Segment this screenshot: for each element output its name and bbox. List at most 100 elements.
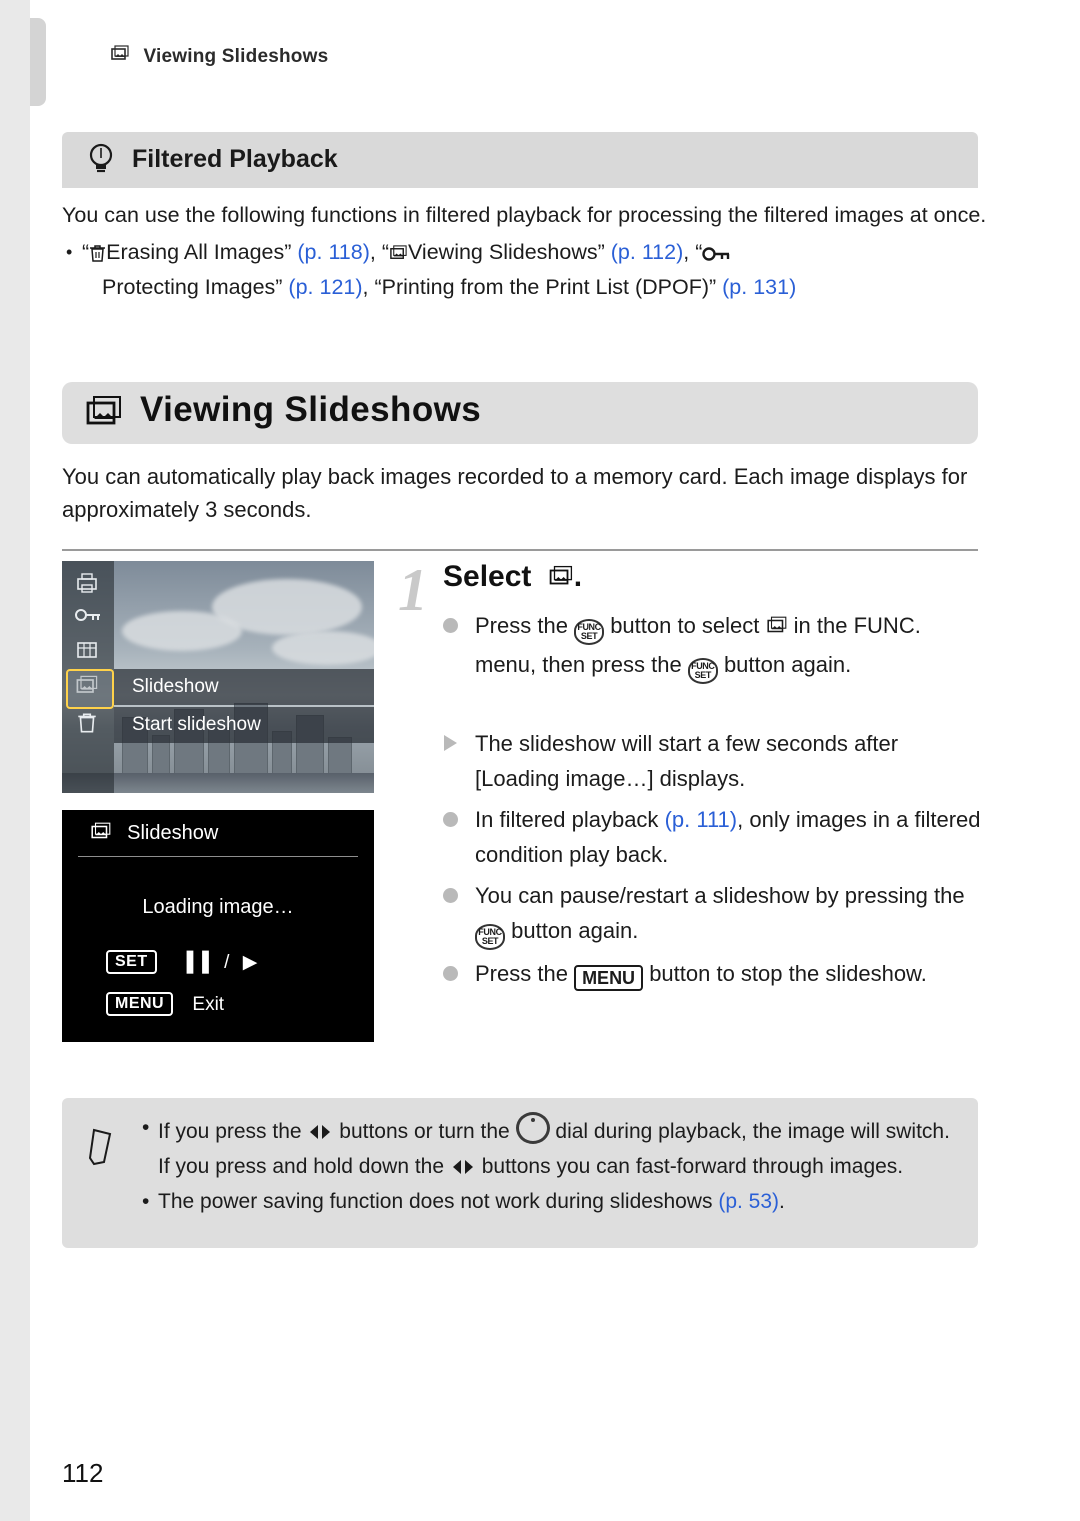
figure1-menu-label: Slideshow bbox=[114, 669, 374, 705]
step-title-text: Select bbox=[443, 560, 532, 593]
tip-sep-1: , “ bbox=[369, 240, 389, 264]
figure2-exit-label: Exit bbox=[192, 994, 225, 1015]
b1-line2-post: button bbox=[723, 652, 786, 677]
b5-post: button to stop the bbox=[649, 961, 820, 986]
b5-line2: slideshow. bbox=[825, 961, 927, 986]
bullet-dot bbox=[443, 966, 458, 981]
slideshow-icon bbox=[90, 814, 112, 860]
step-number: 1 bbox=[398, 557, 428, 623]
tip-link-b-page[interactable]: (p. 112) bbox=[611, 240, 684, 264]
note-page-link[interactable]: (p. 53) bbox=[718, 1190, 779, 1213]
func-set-button-icon: FUNC SET bbox=[574, 619, 605, 645]
b1-mid: button to select bbox=[610, 613, 760, 638]
slideshow-icon bbox=[84, 393, 124, 438]
tip-link-b-label: Viewing Slideshows” bbox=[407, 240, 611, 264]
protect-key-icon bbox=[74, 605, 102, 631]
menu-key-badge: MENU bbox=[106, 992, 174, 1016]
tip-link-d-page[interactable]: (p. 131) bbox=[722, 275, 796, 299]
quote-open: “ bbox=[82, 240, 90, 264]
b4-line2-post: button again. bbox=[511, 918, 639, 943]
tip-sep-2: , “ bbox=[683, 240, 703, 264]
note-l2-post: buttons you can bbox=[481, 1155, 630, 1178]
note-l4-post: . bbox=[779, 1190, 785, 1213]
figure2-title: Slideshow bbox=[127, 822, 219, 844]
tip-title: Filtered Playback bbox=[132, 145, 338, 173]
tip-link-a-page[interactable]: (p. 118) bbox=[297, 240, 370, 264]
note-l4-pre: The power saving function does not work … bbox=[158, 1190, 713, 1213]
step-bullet-3: In filtered playback (p. 111), only imag… bbox=[443, 802, 983, 872]
bullet-dot bbox=[443, 618, 458, 633]
b1-line3: again. bbox=[791, 652, 852, 677]
arrow-bullet bbox=[444, 735, 457, 751]
func-set-button-icon: FUNC SET bbox=[687, 658, 718, 684]
note-l1-mid: buttons or turn the bbox=[339, 1120, 510, 1143]
running-head-label: Viewing Slideshows bbox=[143, 46, 329, 67]
tip-link-a-label: Erasing All Images” bbox=[106, 240, 298, 264]
b1-pre: Press the bbox=[475, 613, 568, 638]
running-head: Viewing Slideshows bbox=[110, 44, 328, 70]
step-title-period: . bbox=[573, 560, 583, 593]
section-title: Viewing Slideshows bbox=[140, 390, 482, 429]
b4-line2-pre: pressing the bbox=[844, 883, 965, 908]
tip-list-line2: Protecting Images” (p. 121), “Printing f… bbox=[82, 272, 992, 303]
func-set-button-icon: FUNC SET bbox=[475, 924, 505, 950]
figure-slideshow-loading-screen: Slideshow Loading image… SET ▐▐ / ▶ MENU… bbox=[62, 810, 374, 1042]
figure1-option-label: Start slideshow bbox=[114, 707, 374, 743]
pause-icon: ▐▐ bbox=[179, 952, 211, 973]
set-key-badge: SET bbox=[106, 950, 157, 974]
play-icon: ▶ bbox=[242, 952, 258, 973]
tip-body: You can use the following functions in f… bbox=[62, 200, 992, 303]
divider bbox=[62, 549, 978, 551]
b1-post: in the bbox=[793, 613, 848, 638]
page: Viewing Slideshows Filtered Playback You… bbox=[0, 0, 1080, 1521]
note-item-2: The power saving function does not work … bbox=[140, 1186, 950, 1217]
erase-icon bbox=[74, 711, 102, 737]
tip-link-c-label: Protecting Images” bbox=[102, 275, 289, 299]
filtered-playback-tip-header: Filtered Playback bbox=[62, 132, 978, 188]
step-body: Press the FUNC SET button to select in th… bbox=[443, 608, 983, 997]
left-right-buttons-icon bbox=[307, 1120, 333, 1151]
figure2-loading-text: Loading image… bbox=[142, 896, 294, 918]
step-bullet-2: The slideshow will start a few seconds a… bbox=[443, 726, 983, 796]
b3-page-link[interactable]: (p. 111) bbox=[665, 807, 738, 832]
pencil-note-icon bbox=[84, 1120, 118, 1171]
slideshow-icon bbox=[548, 564, 574, 598]
tip-link-c-page[interactable]: (p. 121) bbox=[288, 275, 362, 299]
left-right-buttons-icon bbox=[450, 1155, 476, 1186]
note-item-1: If you press the buttons or turn the dia… bbox=[140, 1112, 950, 1186]
slideshow-icon bbox=[389, 241, 408, 272]
figure-func-menu-screen: Slideshow Start slideshow bbox=[62, 561, 374, 793]
note-l1-pre: If you press the bbox=[158, 1120, 302, 1143]
note-l3: fast-forward through images. bbox=[635, 1155, 904, 1178]
note-box: If you press the buttons or turn the dia… bbox=[62, 1098, 978, 1248]
control-dial-icon bbox=[515, 1112, 550, 1144]
step-bullet-5: Press the MENU button to stop the slides… bbox=[443, 956, 983, 991]
tip-paragraph: You can use the following functions in f… bbox=[62, 203, 987, 227]
step-title: Select . bbox=[443, 560, 582, 598]
page-number: 112 bbox=[62, 1458, 104, 1488]
lightbulb-icon bbox=[84, 140, 118, 183]
b5-pre: Press the bbox=[475, 961, 568, 986]
figure1-cloud bbox=[122, 611, 242, 651]
slideshow-icon bbox=[110, 44, 130, 70]
figure2-set-row: SET ▐▐ / ▶ bbox=[106, 950, 257, 974]
bullet-dot bbox=[443, 812, 458, 827]
b2-line1: The slideshow will start a few seconds bbox=[475, 731, 848, 756]
bullet-dot bbox=[443, 888, 458, 903]
erase-icon bbox=[89, 241, 106, 272]
figure1-cloud bbox=[272, 631, 374, 665]
tip-sep-3: , “Printing from the Print List (DPOF)” bbox=[362, 275, 723, 299]
page-section-tab bbox=[30, 18, 46, 106]
menu-button-icon: MENU bbox=[574, 965, 644, 991]
tip-list-item: “Erasing All Images” (p. 118), “Viewing … bbox=[62, 237, 992, 303]
print-icon bbox=[74, 571, 102, 597]
figure2-slash: / bbox=[224, 952, 230, 973]
figure1-selection-highlight bbox=[66, 669, 114, 709]
step-bullet-4: You can pause/restart a slideshow by pre… bbox=[443, 878, 983, 950]
figure2-menu-row: MENU Exit bbox=[106, 992, 224, 1016]
figure2-divider bbox=[78, 856, 358, 857]
b4-line1: You can pause/restart a slideshow by bbox=[475, 883, 839, 908]
protect-key-icon bbox=[702, 241, 732, 272]
step-bullet-1: Press the FUNC SET button to select in th… bbox=[443, 608, 983, 684]
note-text: If you press the buttons or turn the dia… bbox=[140, 1112, 950, 1217]
